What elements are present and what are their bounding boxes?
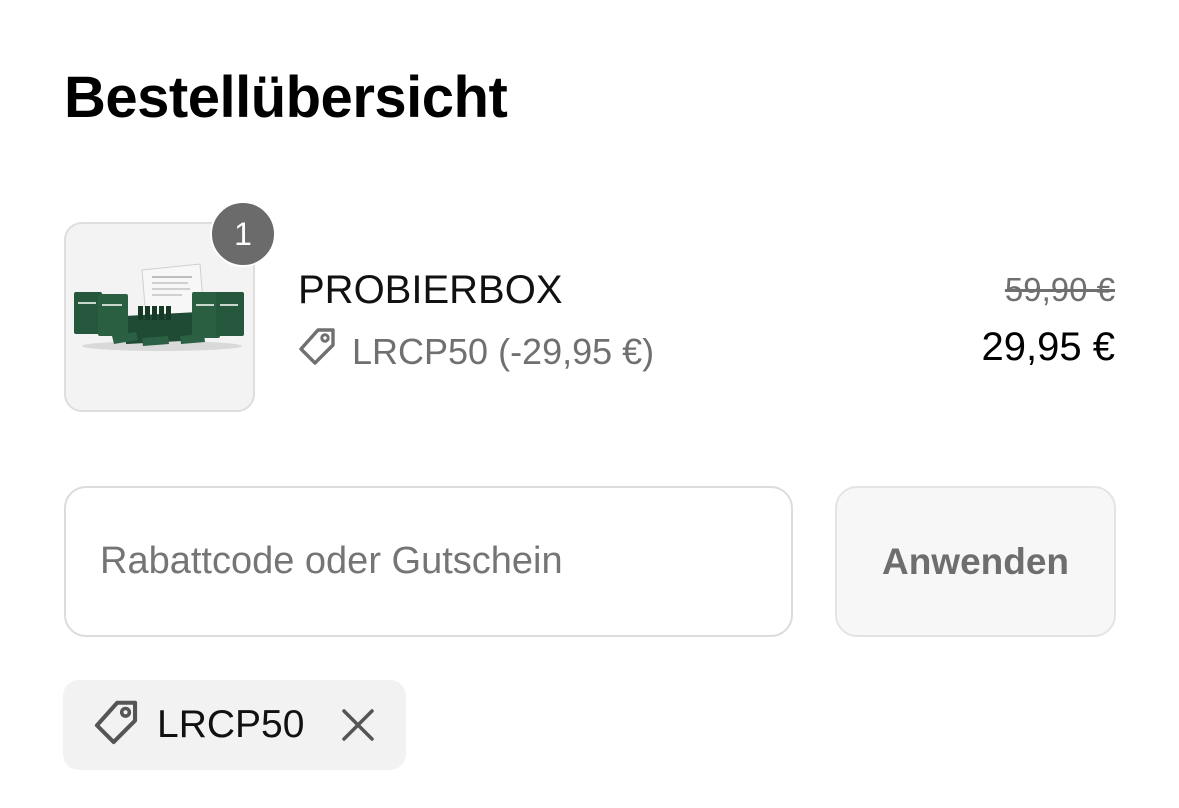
applied-discount-chip: LRCP50 xyxy=(63,680,407,770)
original-price: 59,90 € xyxy=(1004,271,1115,308)
tag-icon xyxy=(91,698,141,753)
apply-button[interactable]: Anwenden xyxy=(835,486,1116,637)
discount-code-input[interactable] xyxy=(64,486,793,637)
order-summary: Bestellübersicht 1 PROBIERBOX LRCP50 (-2… xyxy=(0,0,1179,808)
product-image xyxy=(74,263,244,351)
page-title: Bestellübersicht xyxy=(64,65,508,130)
close-icon xyxy=(342,709,375,741)
applied-code-label: LRCP50 xyxy=(157,703,305,746)
product-name: PROBIERBOX xyxy=(298,268,563,312)
line-item-discount-text: LRCP50 (-29,95 €) xyxy=(352,331,655,372)
tag-icon xyxy=(296,326,338,378)
quantity-badge: 1 xyxy=(210,201,276,267)
remove-code-button[interactable] xyxy=(338,705,378,745)
final-price: 29,95 € xyxy=(981,325,1115,369)
line-item-discount: LRCP50 (-29,95 €) xyxy=(296,326,654,378)
